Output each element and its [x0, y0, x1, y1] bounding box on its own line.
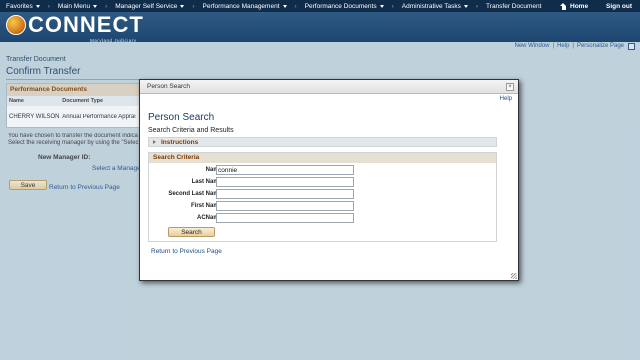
- second-last-name-field-row: Second Last Name: [149, 189, 498, 199]
- nav-administrative-tasks-label: Administrative Tasks: [401, 2, 461, 10]
- sign-out-link[interactable]: Sign out: [606, 0, 632, 12]
- close-icon[interactable]: ×: [506, 83, 514, 91]
- nav-main-menu[interactable]: Main Menu: [52, 0, 103, 12]
- nav-favorites[interactable]: Favorites: [0, 0, 46, 12]
- last-name-field-row: Last Name: [149, 177, 498, 187]
- logo-mark-icon: [6, 15, 26, 35]
- name-field-row: Name: [149, 165, 498, 175]
- search-criteria-header: Search Criteria: [149, 153, 496, 163]
- first-name-field-row: First Name: [149, 201, 498, 211]
- nav-performance-management-label: Performance Management: [202, 2, 280, 10]
- chevron-down-icon: [282, 4, 287, 8]
- modal-title: Person Search: [147, 83, 190, 90]
- modal-subheading: Search Criteria and Results: [148, 127, 234, 134]
- nav-performance-documents[interactable]: Performance Documents: [299, 0, 390, 12]
- nav-transfer-document[interactable]: Transfer Document: [480, 0, 547, 12]
- modal-titlebar[interactable]: Person Search ×: [140, 80, 518, 94]
- chevron-down-icon: [93, 4, 98, 8]
- logo-text: CONNECT: [28, 12, 144, 37]
- last-name-input[interactable]: [216, 177, 354, 187]
- instructions-label: Instructions: [161, 138, 199, 146]
- acname-field-row: ACName: [149, 213, 498, 223]
- chevron-down-icon: [180, 4, 185, 8]
- nav-favorites-label: Favorites: [6, 2, 33, 10]
- nav-transfer-document-label: Transfer Document: [486, 2, 542, 10]
- name-input[interactable]: [216, 165, 354, 175]
- nav-main-menu-label: Main Menu: [57, 2, 91, 10]
- second-last-name-label: Second Last Name: [168, 191, 222, 197]
- chevron-down-icon: [379, 4, 384, 8]
- chevron-down-icon: [463, 4, 468, 8]
- search-criteria-section: Search Criteria Name Last Name Second La…: [148, 152, 497, 242]
- home-icon: [560, 2, 567, 10]
- nav-manager-self-service[interactable]: Manager Self Service: [109, 0, 190, 12]
- top-nav-bar: Favorites › Main Menu › Manager Self Ser…: [0, 0, 640, 12]
- header-banner: CONNECT Maryland Judiciary: [0, 12, 640, 43]
- resize-grip-icon[interactable]: [511, 273, 517, 279]
- expand-triangle-icon: [153, 140, 156, 144]
- person-search-modal: Person Search × Help Person Search Searc…: [139, 79, 519, 281]
- acname-input[interactable]: [216, 213, 354, 223]
- first-name-input[interactable]: [216, 201, 354, 211]
- instructions-section-toggle[interactable]: Instructions: [148, 137, 497, 147]
- connect-logo: CONNECT: [6, 14, 144, 36]
- second-last-name-input[interactable]: [216, 189, 354, 199]
- modal-help-link[interactable]: Help: [500, 96, 512, 102]
- nav-manager-self-service-label: Manager Self Service: [115, 2, 178, 10]
- nav-administrative-tasks[interactable]: Administrative Tasks: [396, 0, 474, 12]
- modal-heading: Person Search: [148, 112, 215, 123]
- modal-return-to-previous-page-link[interactable]: Return to Previous Page: [151, 248, 222, 255]
- nav-performance-documents-label: Performance Documents: [304, 2, 377, 10]
- search-button[interactable]: Search: [168, 227, 215, 237]
- home-link[interactable]: Home: [560, 0, 588, 12]
- home-label: Home: [570, 2, 589, 10]
- chevron-down-icon: [35, 4, 40, 8]
- nav-performance-management[interactable]: Performance Management: [197, 0, 293, 12]
